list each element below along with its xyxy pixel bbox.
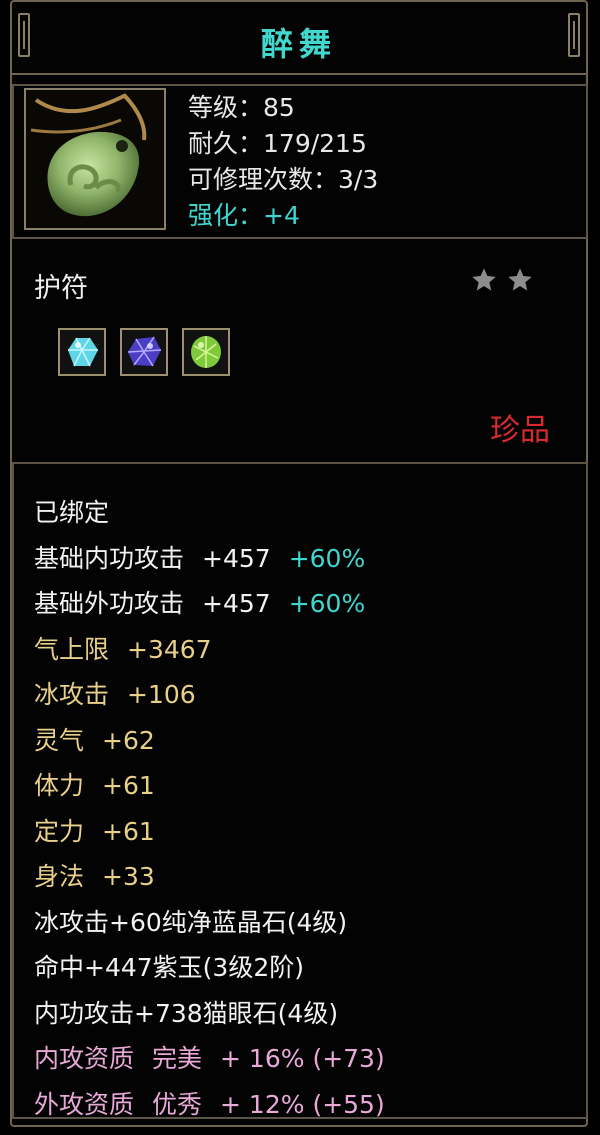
rarity-label: 珍品 [490,413,550,448]
durability-row: 耐久：179/215 [188,129,367,158]
gem-bonus-3: 内功攻击+738猫眼石(4级) [34,998,339,1028]
title-bar: 醉舞 [10,3,588,75]
item-type: 护符 [34,273,88,304]
attribute-list: 已绑定 基础内功攻击 +457 +60% 基础外功攻击 +457 +60% 气上限 +34… [34,490,385,1127]
level-row: 等级：85 [188,93,295,122]
enhance-row: 强化：+4 [188,201,300,230]
star-icon [508,268,532,291]
title-divider [10,73,588,75]
attr-outer-attack: 基础外功攻击 +457 +60% [34,589,366,618]
star-icon [472,268,496,291]
attr-spirit: 灵气 +62 [34,725,155,755]
inner-quality: 内攻资质 完美 + 16% (+73) [34,1044,385,1073]
gem-sockets [58,328,230,376]
gem-bonus-1: 冰攻击+60纯净蓝晶石(4级) [34,907,348,937]
gem-bonus-2: 命中+447紫玉(3级2阶) [34,953,304,982]
item-name: 醉舞 [260,25,337,63]
repair-count-row: 可修理次数：3/3 [188,165,379,194]
purple-gem-icon[interactable] [120,328,168,376]
outer-quality: 外攻资质 优秀 + 12% (+55) [34,1089,385,1119]
cyan-gem-icon[interactable] [58,328,106,376]
attr-qi-cap: 气上限 +3467 [34,634,212,664]
header-stats: 等级：85 耐久：179/215 可修理次数：3/3 强化：+4 [188,90,378,234]
attr-stamina: 体力 +61 [34,771,155,800]
star-rating [470,266,534,294]
attr-focus: 定力 +61 [34,816,155,846]
attr-agility: 身法 +33 [34,862,155,891]
attr-inner-attack: 基础内功攻击 +457 +60% [34,543,366,573]
bound-status: 已绑定 [34,498,110,527]
amulet-icon [24,88,166,230]
green-gem-icon[interactable] [182,328,230,376]
attr-ice-attack: 冰攻击 +106 [34,680,196,709]
